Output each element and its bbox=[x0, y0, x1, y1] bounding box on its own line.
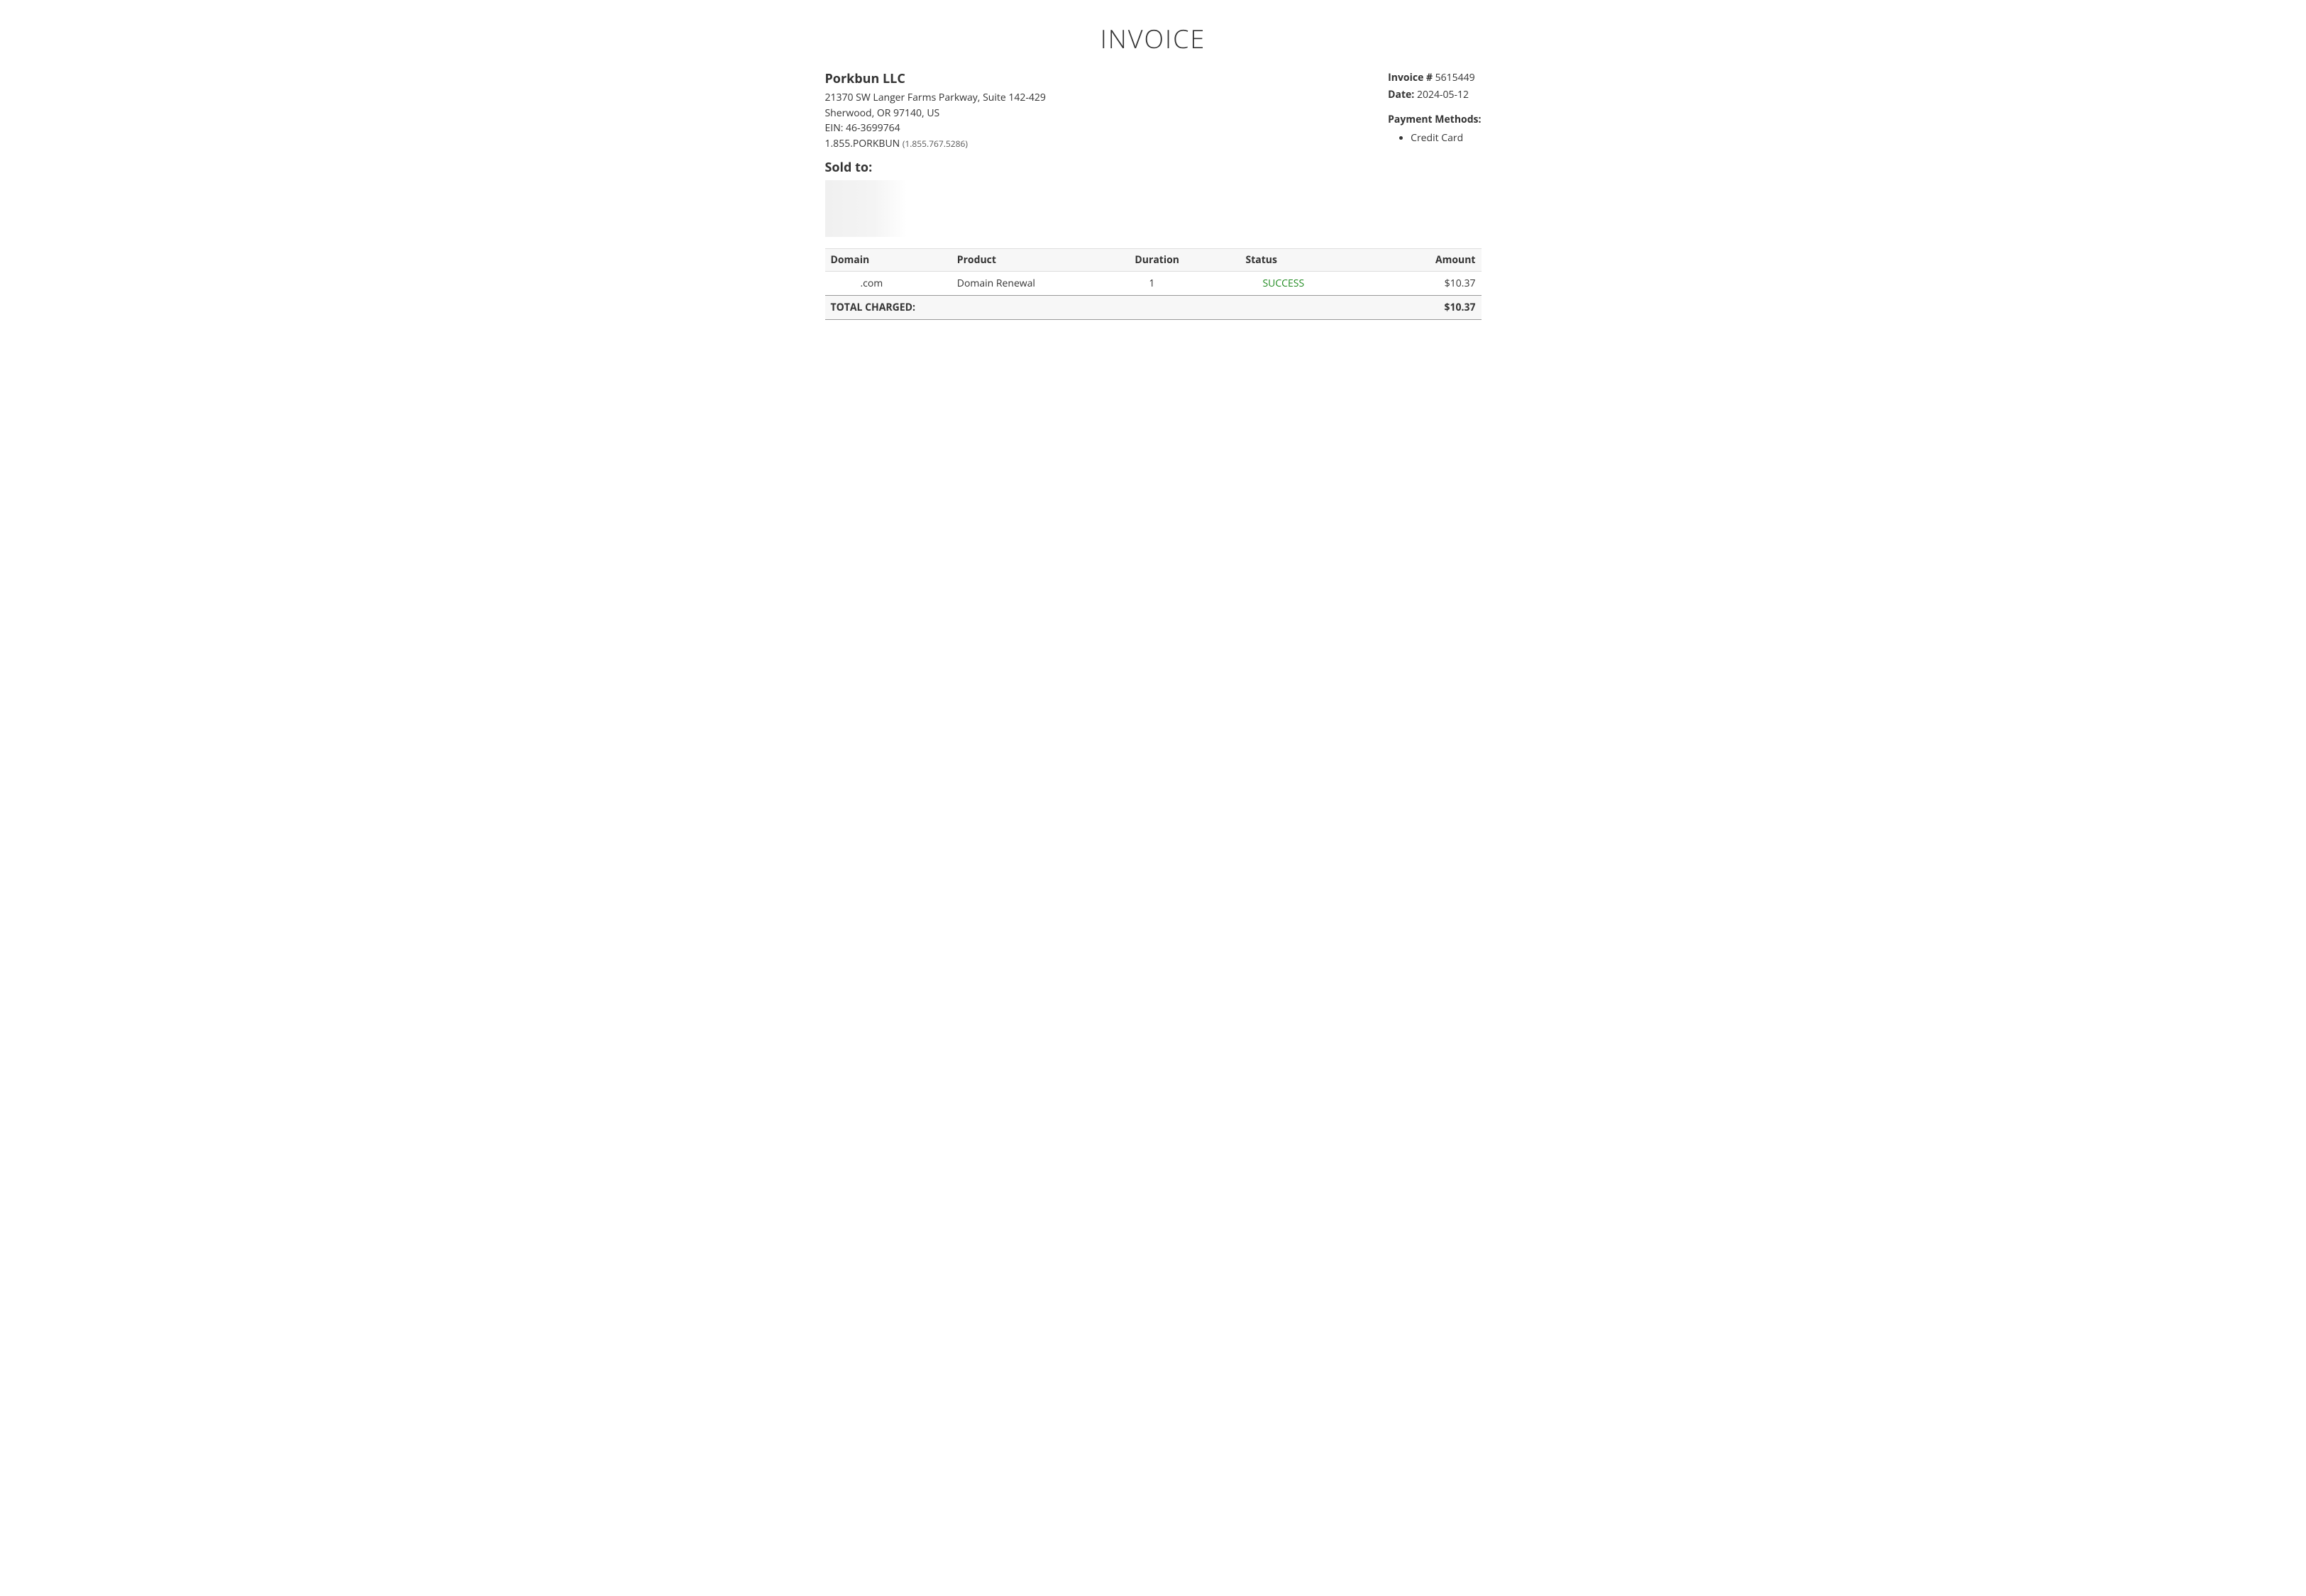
sold-to-redacted-block bbox=[825, 180, 907, 237]
company-address-line1: 21370 SW Langer Farms Parkway, Suite 142… bbox=[825, 90, 1389, 106]
cell-status: SUCCESS bbox=[1240, 271, 1379, 295]
payment-methods-list: Credit Card bbox=[1388, 131, 1481, 146]
invoice-meta: Invoice # 5615449 Date: 2024-05-12 Payme… bbox=[1388, 70, 1481, 152]
col-header-duration: Duration bbox=[1129, 248, 1240, 271]
company-ein: EIN: 46-3699764 bbox=[825, 121, 1389, 136]
company-phone-numeric: (1.855.767.5286) bbox=[903, 138, 968, 150]
cell-domain: .com bbox=[825, 271, 951, 295]
payment-method-item: Credit Card bbox=[1411, 131, 1481, 146]
invoice-table: Domain Product Duration Status Amount .c… bbox=[825, 248, 1482, 320]
header-row: Porkbun LLC 21370 SW Langer Farms Parkwa… bbox=[825, 70, 1482, 152]
total-label: TOTAL CHARGED: bbox=[825, 295, 1379, 319]
sold-to-heading: Sold to: bbox=[825, 159, 1482, 176]
invoice-container: Porkbun LLC 21370 SW Langer Farms Parkwa… bbox=[825, 70, 1482, 320]
company-phone-vanity: 1.855.PORKBUN bbox=[825, 137, 900, 150]
company-address-line2: Sherwood, OR 97140, US bbox=[825, 106, 1389, 121]
company-phone: 1.855.PORKBUN (1.855.767.5286) bbox=[825, 136, 1389, 152]
payment-methods-heading: Payment Methods: bbox=[1388, 112, 1481, 128]
invoice-date-label: Date: bbox=[1388, 88, 1414, 101]
cell-product: Domain Renewal bbox=[951, 271, 1130, 295]
col-header-product: Product bbox=[951, 248, 1130, 271]
invoice-date-value: 2024-05-12 bbox=[1417, 88, 1469, 101]
col-header-amount: Amount bbox=[1379, 248, 1481, 271]
cell-duration: 1 bbox=[1129, 271, 1240, 295]
col-header-domain: Domain bbox=[825, 248, 951, 271]
invoice-number-label: Invoice # bbox=[1388, 71, 1433, 84]
invoice-date-line: Date: 2024-05-12 bbox=[1388, 87, 1481, 103]
total-row: TOTAL CHARGED: $10.37 bbox=[825, 295, 1482, 319]
company-name: Porkbun LLC bbox=[825, 70, 1389, 87]
invoice-number-line: Invoice # 5615449 bbox=[1388, 70, 1481, 86]
col-header-status: Status bbox=[1240, 248, 1379, 271]
cell-amount: $10.37 bbox=[1379, 271, 1481, 295]
company-block: Porkbun LLC 21370 SW Langer Farms Parkwa… bbox=[825, 70, 1389, 152]
table-header-row: Domain Product Duration Status Amount bbox=[825, 248, 1482, 271]
table-row: .com Domain Renewal 1 SUCCESS $10.37 bbox=[825, 271, 1482, 295]
invoice-number-value: 5615449 bbox=[1435, 71, 1475, 84]
page-title: INVOICE bbox=[692, 21, 1614, 56]
total-amount: $10.37 bbox=[1379, 295, 1481, 319]
